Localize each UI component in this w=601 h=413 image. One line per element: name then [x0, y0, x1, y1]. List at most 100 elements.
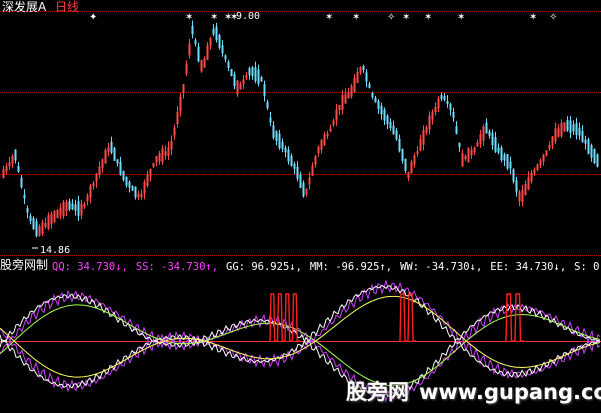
candle-body — [299, 174, 302, 188]
candle-body — [8, 162, 11, 167]
candle-body — [62, 201, 65, 217]
candle-body — [431, 111, 434, 120]
candle-body — [23, 194, 26, 199]
candle-body — [365, 72, 368, 82]
candle-body — [392, 125, 395, 135]
candle-body — [527, 177, 530, 190]
signal-marker-icon: ✶ — [325, 12, 333, 23]
candle-body — [347, 91, 350, 99]
indicator-legend: QQ: 34.730↓, SS: -34.730↑, GG: 96.925↓, MM:… — [52, 259, 601, 273]
candle-body — [584, 139, 587, 144]
candle-body — [581, 130, 584, 143]
candle-body — [146, 174, 149, 187]
candle-body — [68, 201, 71, 210]
candle-body — [200, 60, 203, 72]
candle-body — [236, 80, 239, 95]
candle-body — [320, 140, 323, 150]
candle-body — [35, 221, 38, 237]
candle-body — [371, 92, 374, 98]
candle-body — [557, 127, 560, 137]
candle-body — [428, 115, 431, 130]
candle-body — [539, 160, 542, 166]
candle-body — [59, 207, 62, 216]
candle-body — [311, 165, 314, 176]
candle-body — [77, 201, 80, 216]
signal-marker-icon: ✧ — [387, 12, 395, 23]
candle-body — [485, 122, 488, 134]
candle-body — [419, 139, 422, 151]
candle-body — [86, 195, 89, 202]
candle-body — [443, 95, 446, 101]
candle-body — [362, 66, 365, 70]
watermark: 股旁网 www.gupang.com — [346, 376, 601, 406]
candle-body — [515, 180, 518, 192]
candle-body — [380, 105, 383, 115]
candle-body — [386, 115, 389, 125]
indicator-name: 股旁网制 — [0, 258, 49, 272]
candle-body — [53, 210, 56, 222]
candle-body — [257, 69, 260, 84]
candle-body — [74, 204, 77, 211]
legend-item-qq: QQ: 34.730↓, — [52, 261, 128, 273]
candle-body — [560, 122, 563, 137]
candle-body — [134, 186, 137, 198]
candle-body — [215, 26, 218, 41]
candle-body — [104, 149, 107, 164]
candle-body — [272, 125, 275, 138]
candle-body — [437, 98, 440, 109]
candle-body — [542, 154, 545, 162]
candle-body — [374, 97, 377, 103]
candle-body — [152, 163, 155, 168]
candle-body — [302, 182, 305, 197]
candle-body — [530, 172, 533, 182]
candle-body — [398, 138, 401, 152]
candle-body — [422, 130, 425, 145]
candle-body — [167, 146, 170, 156]
candle-body — [242, 79, 245, 84]
candle-body — [563, 122, 566, 132]
candle-body — [341, 95, 344, 110]
candle-body — [350, 85, 353, 97]
candle-body — [545, 150, 548, 156]
signal-marker-icon: ✶ — [457, 12, 465, 23]
candle-body — [227, 61, 230, 69]
candle-body — [107, 147, 110, 153]
candle-body — [194, 40, 197, 44]
candle-body — [446, 100, 449, 105]
candle-body — [593, 148, 596, 164]
candle-body — [20, 177, 23, 188]
candle-body — [329, 128, 332, 132]
candle-body — [284, 147, 287, 153]
candle-body — [491, 132, 494, 146]
candle-body — [332, 120, 335, 125]
candle-body — [305, 188, 308, 195]
signal-marker-icon: ✶ — [529, 12, 537, 23]
candle-body — [287, 149, 290, 162]
candle-body — [161, 148, 164, 163]
candle-body — [590, 145, 593, 158]
period-label[interactable]: 日线 — [55, 1, 79, 14]
candle-body — [89, 185, 92, 198]
candle-body — [401, 149, 404, 161]
candle-body — [125, 176, 128, 186]
candle-body — [239, 83, 242, 90]
candle-body — [65, 202, 68, 212]
candle-body — [353, 77, 356, 93]
candle-body — [464, 155, 467, 160]
chart-canvas[interactable]: ✦ ✶ ✶ ✶✶ ✶ ✶ ✧ ✶ ✶ ✶ ✶ ✧ — [0, 0, 601, 413]
watermark-url: www.gupang.com — [419, 380, 601, 404]
candle-body — [110, 141, 113, 153]
candle-body — [212, 28, 215, 35]
candle-body — [158, 153, 161, 162]
candle-body — [122, 170, 125, 180]
candle-body — [164, 151, 167, 156]
candle-body — [506, 154, 509, 169]
candle-body — [143, 181, 146, 194]
candle-body — [479, 134, 482, 144]
candle-body — [470, 149, 473, 156]
candle-body — [263, 84, 266, 96]
candle-body — [44, 223, 47, 227]
candle-body — [461, 153, 464, 167]
candle-body — [389, 121, 392, 129]
candle-body — [458, 142, 461, 148]
